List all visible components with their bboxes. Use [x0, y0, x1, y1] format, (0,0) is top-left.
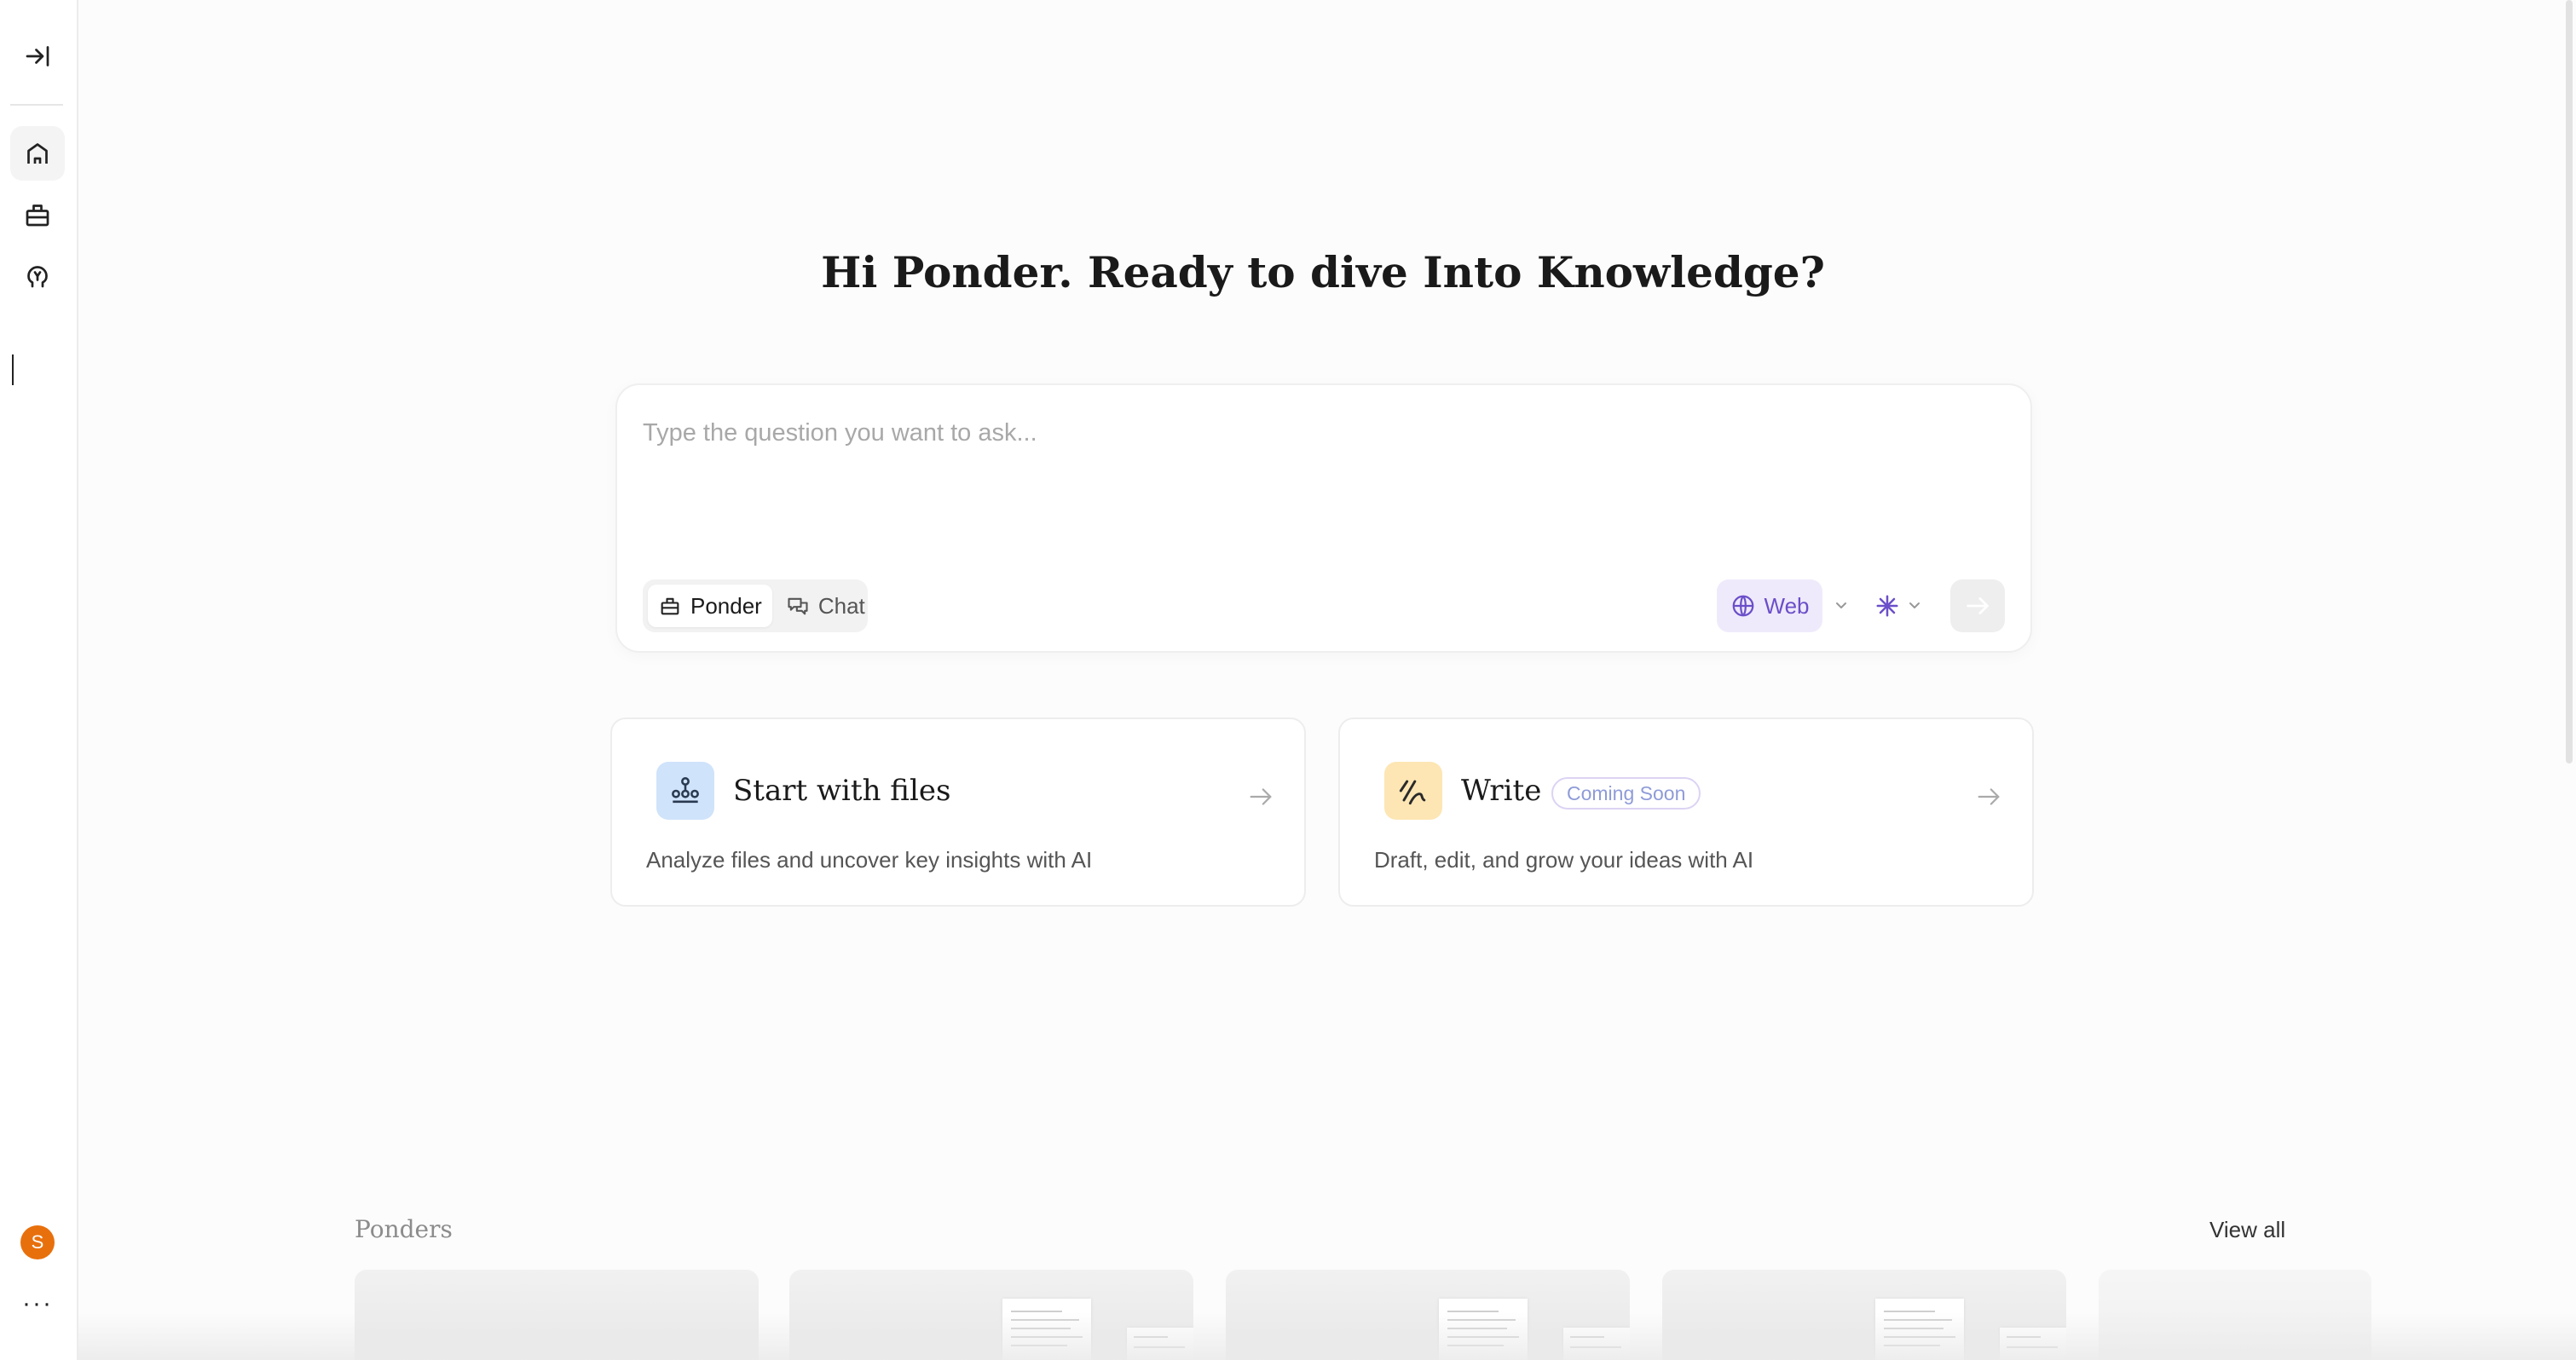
question-input[interactable] — [643, 407, 1990, 458]
text-cursor — [12, 354, 14, 385]
write-icon — [1384, 762, 1442, 820]
model-selector[interactable] — [1867, 583, 1908, 629]
ponders-heading: Ponders — [355, 1215, 453, 1243]
arrow-right-icon — [1967, 597, 1989, 614]
ponder-icon — [661, 597, 679, 615]
scrollbar[interactable] — [2566, 0, 2573, 764]
avatar[interactable]: S — [20, 1225, 55, 1259]
card-title: Start with files — [733, 774, 951, 808]
start-with-files-card[interactable]: Start with files Analyze files and uncov… — [610, 717, 1306, 907]
web-label: Web — [1764, 592, 1810, 619]
card-description: Draft, edit, and grow your ideas with AI — [1374, 847, 1754, 873]
globe-icon — [1732, 595, 1753, 617]
card-description: Analyze files and uncover key insights w… — [646, 847, 1093, 873]
mode-chat-label: Chat — [817, 592, 865, 619]
card-title: Write — [1461, 774, 1542, 808]
brain-icon — [27, 266, 48, 288]
collapse-sidebar-button[interactable] — [10, 29, 65, 84]
mode-switch: Ponder Chat — [643, 579, 868, 632]
chat-icon — [788, 597, 808, 615]
mode-chat[interactable]: Chat — [776, 585, 875, 627]
chevron-down-icon[interactable] — [1904, 595, 1925, 615]
bottom-fade — [78, 1312, 2576, 1360]
web-search-toggle[interactable]: Web — [1717, 579, 1822, 632]
sidebar: S ··· — [0, 0, 78, 1360]
sidebar-item-knowledge[interactable] — [10, 249, 65, 303]
sidebar-divider — [10, 104, 63, 106]
coming-soon-badge: Coming Soon — [1551, 777, 1701, 810]
sidebar-item-ponder[interactable] — [10, 187, 65, 242]
write-card[interactable]: Write Coming Soon Draft, edit, and grow … — [1338, 717, 2034, 907]
mode-ponder[interactable]: Ponder — [648, 585, 772, 627]
mode-ponder-label: Ponder — [690, 592, 762, 619]
sparkle-icon — [1876, 595, 1898, 617]
files-icon — [656, 762, 714, 820]
sidebar-item-home[interactable] — [10, 126, 65, 181]
home-icon — [27, 143, 48, 164]
view-all-link[interactable]: View all — [2209, 1217, 2285, 1243]
ponder-icon — [26, 205, 49, 227]
arrow-right-icon — [1250, 788, 1272, 805]
page-title: Hi Ponder. Ready to dive Into Knowledge? — [821, 247, 1825, 297]
ask-box: Ponder Chat Web — [615, 383, 2032, 653]
arrow-right-icon — [1978, 788, 2000, 805]
send-button[interactable] — [1950, 579, 2005, 632]
more-menu-button[interactable]: ··· — [19, 1288, 56, 1319]
chevron-down-icon[interactable] — [1831, 595, 1851, 615]
collapse-sidebar-icon — [26, 46, 49, 66]
